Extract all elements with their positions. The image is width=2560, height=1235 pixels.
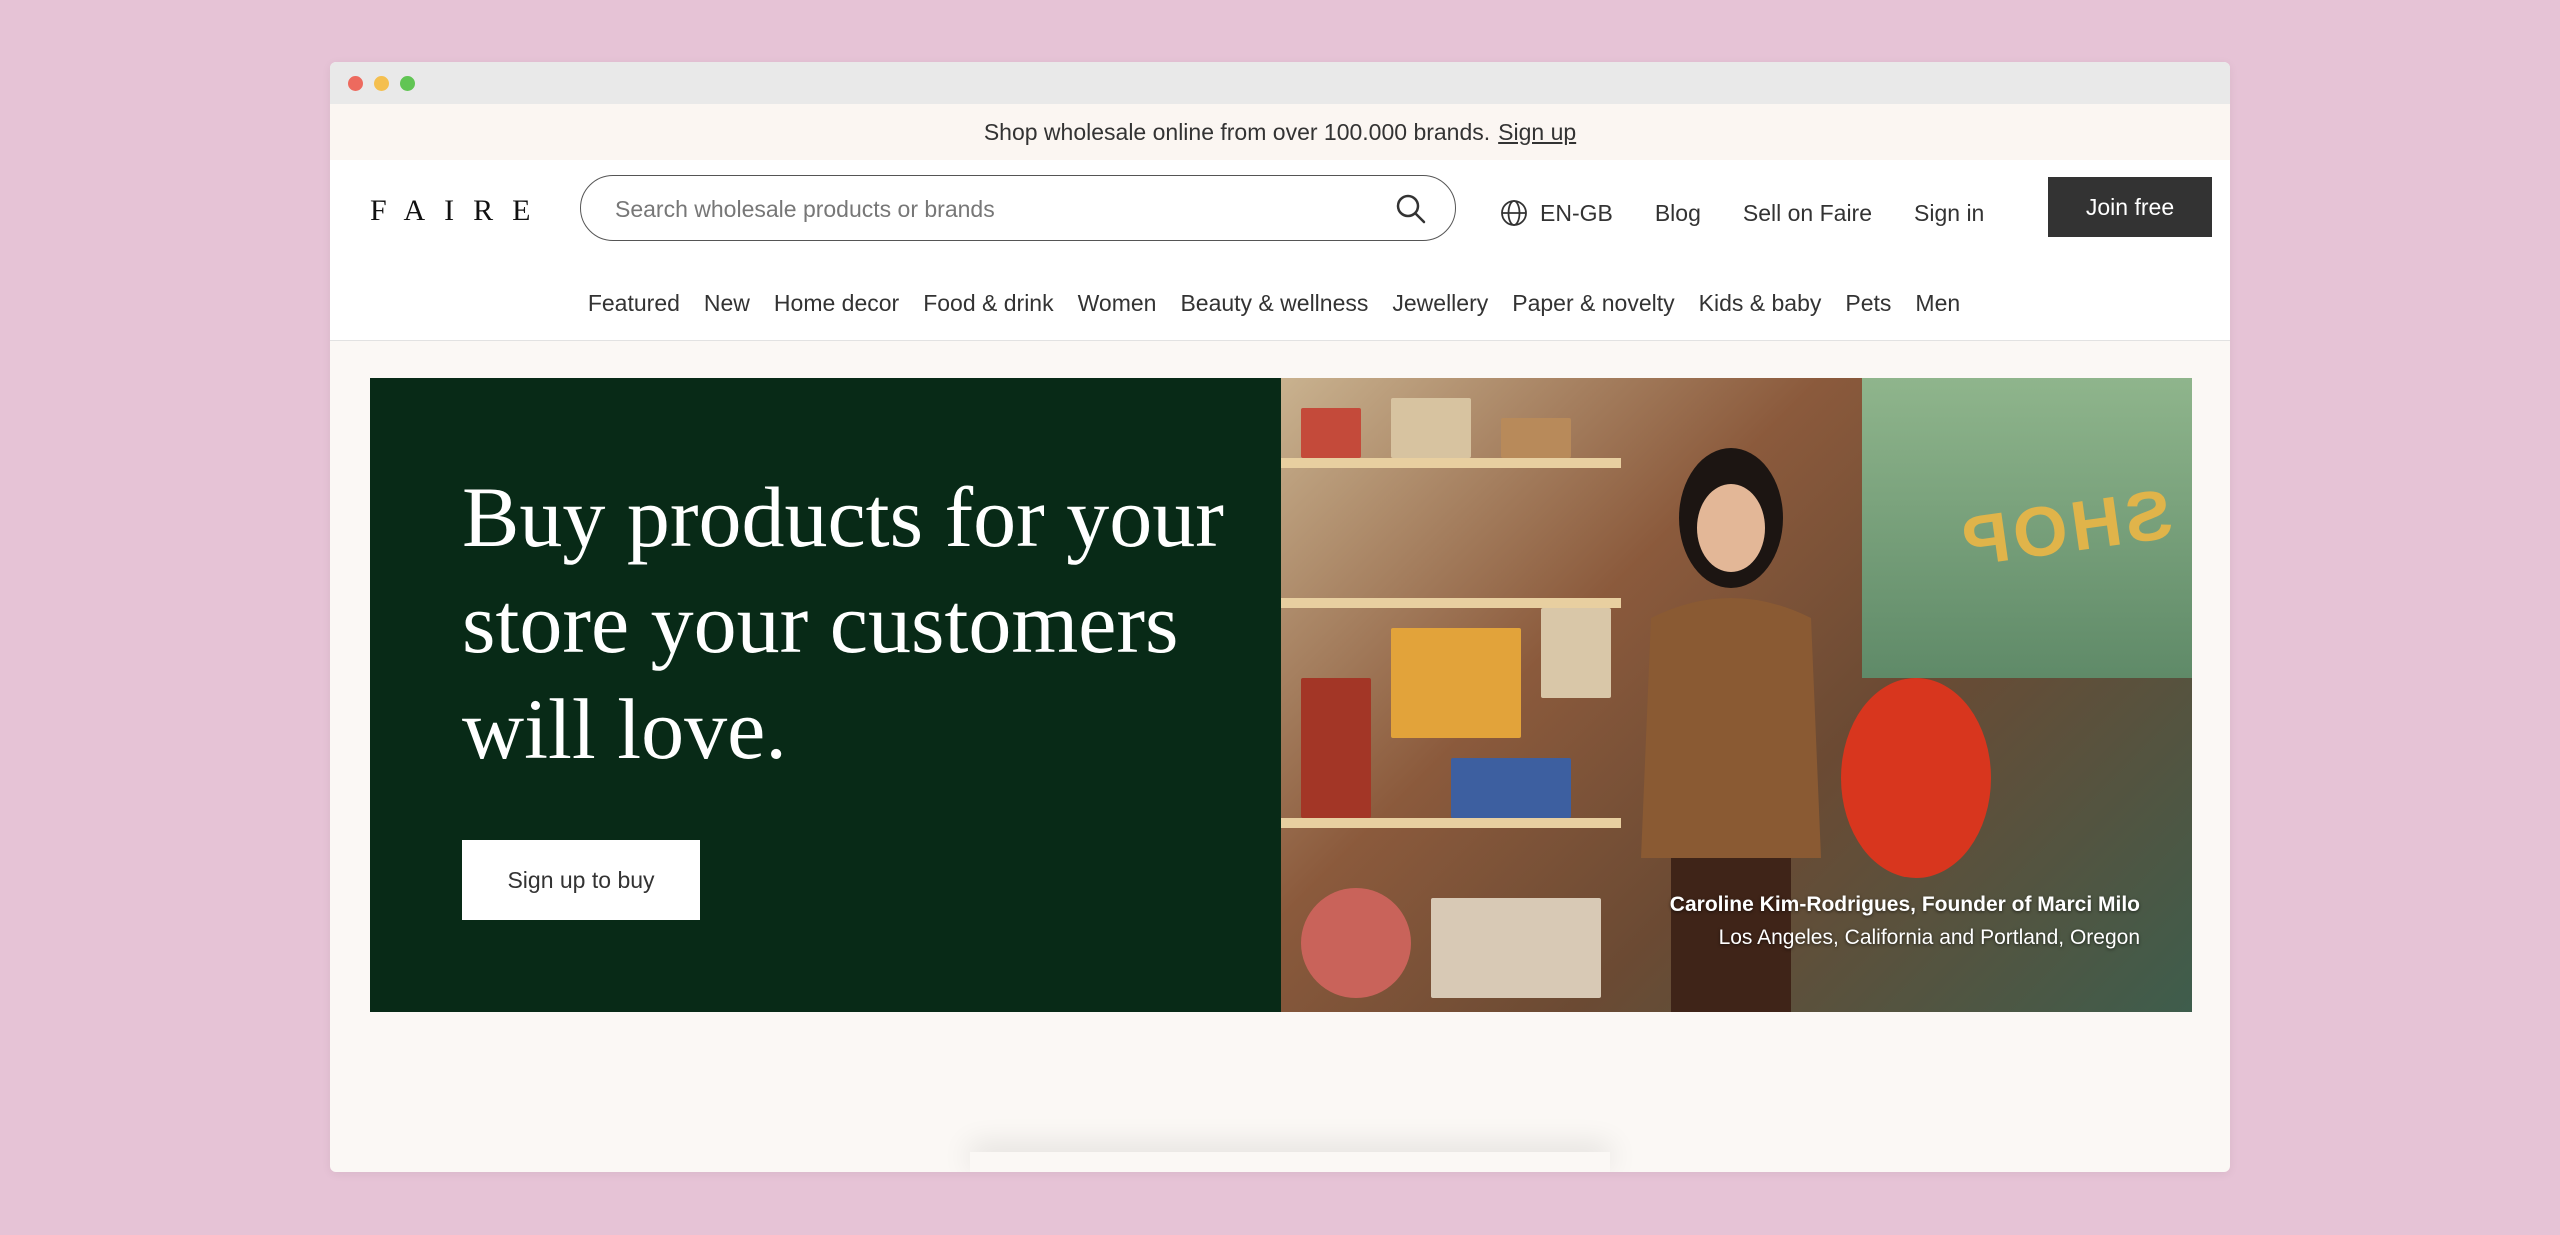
category-women[interactable]: Women — [1078, 290, 1157, 317]
product-item — [1501, 418, 1571, 458]
blog-link[interactable]: Blog — [1655, 200, 1701, 227]
category-beauty-wellness[interactable]: Beauty & wellness — [1180, 290, 1368, 317]
sign-up-to-buy-button[interactable]: Sign up to buy — [462, 840, 700, 920]
category-kids-baby[interactable]: Kids & baby — [1699, 290, 1822, 317]
announcement-text: Shop wholesale online from over 100.000 … — [983, 118, 1491, 145]
category-food-drink[interactable]: Food & drink — [923, 290, 1053, 317]
product-item — [1301, 408, 1361, 458]
category-men[interactable]: Men — [1915, 290, 1960, 317]
category-nav: Featured New Home decor Food & drink Wom… — [330, 266, 2230, 341]
sell-on-faire-link[interactable]: Sell on Faire — [1743, 200, 1872, 227]
shelf — [1281, 818, 1621, 828]
window-titlebar — [330, 62, 2230, 104]
language-label: EN-GB — [1540, 199, 1613, 226]
search-bar[interactable] — [580, 175, 1456, 241]
announcement-bar: Shop wholesale online from over 100.000 … — [330, 104, 2230, 160]
close-window-button[interactable] — [348, 76, 363, 91]
hero-headline: Buy products for your store your custome… — [462, 469, 1224, 777]
product-item — [1451, 758, 1571, 818]
product-item — [1541, 608, 1611, 698]
category-new[interactable]: New — [704, 290, 750, 317]
category-paper-novelty[interactable]: Paper & novelty — [1512, 290, 1674, 317]
announcement-signup-link[interactable]: Sign up — [1498, 119, 1576, 146]
hero-photo: SHOP Caroline Kim-Rodrigues, Founder of — [1281, 378, 2192, 1012]
faire-logo[interactable]: FAIRE — [370, 194, 549, 228]
category-home-decor[interactable]: Home decor — [774, 290, 899, 317]
globe-icon — [1501, 200, 1527, 226]
shelf — [1281, 458, 1621, 468]
product-item — [1391, 628, 1521, 738]
photo-caption: Caroline Kim-Rodrigues, Founder of Marci… — [1670, 888, 2140, 954]
caption-location: Los Angeles, California and Portland, Or… — [1718, 926, 2140, 949]
mushroom-decor — [1841, 678, 1991, 878]
product-item — [1301, 888, 1411, 998]
product-item — [1301, 678, 1371, 818]
product-item — [1391, 398, 1471, 458]
minimize-window-button[interactable] — [374, 76, 389, 91]
browser-window: Shop wholesale online from over 100.000 … — [330, 62, 2230, 1172]
hero-banner: Buy products for your store your custome… — [370, 378, 2192, 1012]
product-item — [1431, 898, 1601, 998]
content-shadow — [970, 1152, 1610, 1172]
header-nav: EN-GB Blog Sell on Faire Sign in — [1500, 160, 2026, 266]
shelf — [1281, 598, 1621, 608]
caption-name: Caroline Kim-Rodrigues, Founder of Marci… — [1669, 893, 2140, 916]
category-featured[interactable]: Featured — [588, 290, 680, 317]
sign-in-link[interactable]: Sign in — [1914, 200, 1984, 227]
join-free-button[interactable]: Join free — [2048, 177, 2212, 237]
search-icon[interactable] — [1395, 193, 1427, 225]
maximize-window-button[interactable] — [400, 76, 415, 91]
site-header: FAIRE EN-GB Blog Sell on Faire Sign in J… — [330, 160, 2230, 266]
category-pets[interactable]: Pets — [1845, 290, 1891, 317]
hero-text-panel: Buy products for your store your custome… — [370, 378, 1281, 1012]
search-input[interactable] — [613, 192, 1377, 226]
language-selector[interactable]: EN-GB — [1500, 199, 1613, 227]
category-jewellery[interactable]: Jewellery — [1392, 290, 1488, 317]
